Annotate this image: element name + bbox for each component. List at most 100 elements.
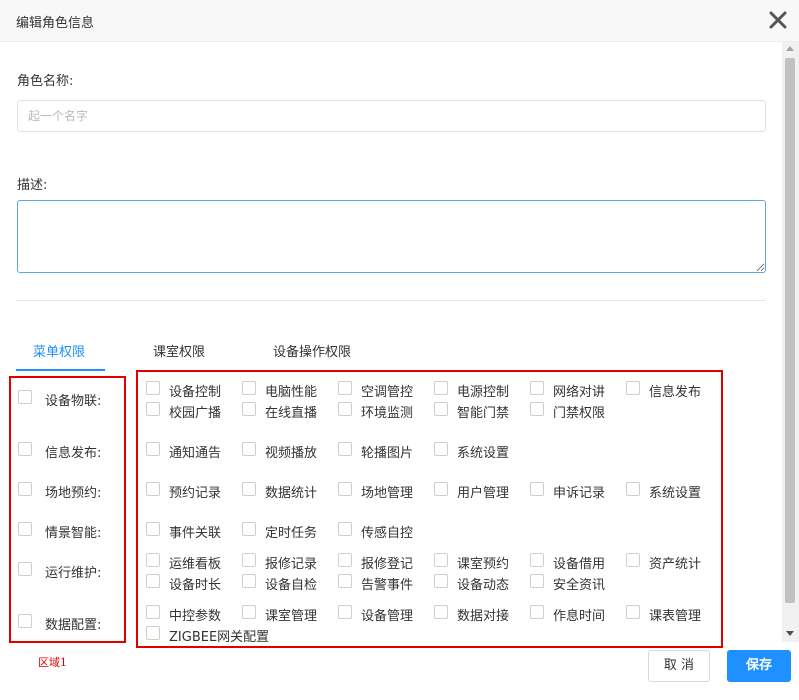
scroll-up-arrow-icon[interactable]	[786, 46, 794, 51]
permission-label: 设备管理	[361, 609, 414, 624]
permission-checkbox[interactable]	[146, 626, 160, 640]
category-label: 设备物联:	[45, 394, 102, 409]
permission-checkbox[interactable]	[434, 402, 448, 416]
permission-checkbox[interactable]	[338, 381, 352, 395]
permission-checkbox[interactable]	[530, 605, 544, 619]
permission-checkbox[interactable]	[146, 482, 160, 496]
area1-annotation: 区域1	[38, 656, 67, 669]
category-label: 数据配置:	[45, 618, 102, 633]
permission-label: 课室预约	[457, 557, 510, 572]
category-checkbox-venue-booking[interactable]	[18, 482, 32, 496]
permission-checkbox[interactable]	[338, 442, 352, 456]
permission-label: 轮播图片	[361, 446, 414, 461]
permission-label: 事件关联	[169, 526, 222, 541]
permission-checkbox[interactable]	[242, 402, 256, 416]
area1-highlight-box	[9, 376, 126, 643]
save-button[interactable]: 保存	[727, 650, 791, 682]
permission-checkbox[interactable]	[434, 605, 448, 619]
role-name-input[interactable]	[17, 100, 766, 132]
permission-label: 场地管理	[361, 486, 414, 501]
permission-checkbox[interactable]	[242, 442, 256, 456]
permission-label: 预约记录	[169, 486, 222, 501]
permission-checkbox[interactable]	[146, 522, 160, 536]
permission-label: 智能门禁	[457, 406, 510, 421]
permission-checkbox[interactable]	[434, 442, 448, 456]
category-checkbox-ops-maintenance[interactable]	[18, 562, 32, 576]
permission-checkbox[interactable]	[338, 522, 352, 536]
permission-label: 安全资讯	[553, 578, 606, 593]
permission-checkbox[interactable]	[338, 402, 352, 416]
description-textarea[interactable]	[17, 200, 766, 273]
permission-checkbox[interactable]	[242, 553, 256, 567]
permission-checkbox[interactable]	[338, 553, 352, 567]
cancel-button[interactable]: 取 消	[648, 650, 710, 682]
permission-checkbox[interactable]	[146, 381, 160, 395]
permission-label: ZIGBEE网关配置	[169, 630, 270, 645]
permission-label: 申诉记录	[553, 486, 606, 501]
permission-label: 空调管控	[361, 385, 414, 400]
permission-checkbox[interactable]	[146, 402, 160, 416]
permission-checkbox[interactable]	[530, 482, 544, 496]
permission-checkbox[interactable]	[146, 574, 160, 588]
permission-checkbox[interactable]	[338, 605, 352, 619]
scrollbar-thumb[interactable]	[785, 58, 795, 603]
permission-label: 报修登记	[361, 557, 414, 572]
tab-menu-permissions[interactable]: 菜单权限	[33, 341, 85, 360]
permission-label: 报修记录	[265, 557, 318, 572]
permission-checkbox[interactable]	[434, 553, 448, 567]
permission-checkbox[interactable]	[530, 402, 544, 416]
category-checkbox-device-iot[interactable]	[18, 390, 32, 404]
permission-label: 设备借用	[553, 557, 606, 572]
permission-checkbox[interactable]	[146, 442, 160, 456]
permission-label: 中控参数	[169, 609, 222, 624]
permission-checkbox[interactable]	[242, 381, 256, 395]
scroll-down-arrow-icon[interactable]	[786, 631, 794, 636]
permission-label: 传感自控	[361, 526, 414, 541]
permission-checkbox[interactable]	[626, 482, 640, 496]
tab-device-operation-permissions[interactable]: 设备操作权限	[273, 341, 351, 360]
permission-label: 视频播放	[265, 446, 318, 461]
active-tab-indicator	[16, 369, 105, 371]
category-label: 情景智能:	[45, 526, 102, 541]
permission-checkbox[interactable]	[626, 605, 640, 619]
permission-checkbox[interactable]	[434, 381, 448, 395]
category-checkbox-scene-smart[interactable]	[18, 522, 32, 536]
permission-checkbox[interactable]	[338, 574, 352, 588]
category-checkbox-data-config[interactable]	[18, 614, 32, 628]
permission-checkbox[interactable]	[626, 553, 640, 567]
permission-label: 定时任务	[265, 526, 318, 541]
permission-label: 课表管理	[649, 609, 702, 624]
permission-label: 告警事件	[361, 578, 414, 593]
permission-checkbox[interactable]	[242, 522, 256, 536]
form-divider	[16, 300, 766, 301]
role-name-label: 角色名称:	[17, 74, 74, 89]
category-label: 场地预约:	[45, 486, 102, 501]
permission-checkbox[interactable]	[146, 553, 160, 567]
tab-classroom-permissions[interactable]: 课室权限	[153, 341, 205, 360]
permission-checkbox[interactable]	[530, 574, 544, 588]
permission-checkbox[interactable]	[242, 574, 256, 588]
permission-checkbox[interactable]	[530, 553, 544, 567]
permission-checkbox[interactable]	[530, 381, 544, 395]
permission-checkbox[interactable]	[434, 574, 448, 588]
permission-label: 数据统计	[265, 486, 318, 501]
permission-label: 网络对讲	[553, 385, 606, 400]
close-icon[interactable]	[769, 11, 787, 29]
dialog-titlebar: 编辑角色信息	[0, 0, 799, 42]
permission-checkbox[interactable]	[146, 605, 160, 619]
category-label: 运行维护:	[45, 566, 102, 581]
permission-checkbox[interactable]	[626, 381, 640, 395]
permission-checkbox[interactable]	[338, 482, 352, 496]
permission-label: 课室管理	[265, 609, 318, 624]
permission-label: 资产统计	[649, 557, 702, 572]
dialog-title: 编辑角色信息	[16, 16, 95, 31]
permission-checkbox[interactable]	[242, 482, 256, 496]
permission-checkbox[interactable]	[434, 482, 448, 496]
permission-label: 环境监测	[361, 406, 414, 421]
scrollbar[interactable]	[782, 42, 799, 642]
permission-label: 信息发布	[649, 385, 702, 400]
permission-label: 设备时长	[169, 578, 222, 593]
permission-checkbox[interactable]	[242, 605, 256, 619]
category-checkbox-info-publish[interactable]	[18, 442, 32, 456]
permission-label: 运维看板	[169, 557, 222, 572]
